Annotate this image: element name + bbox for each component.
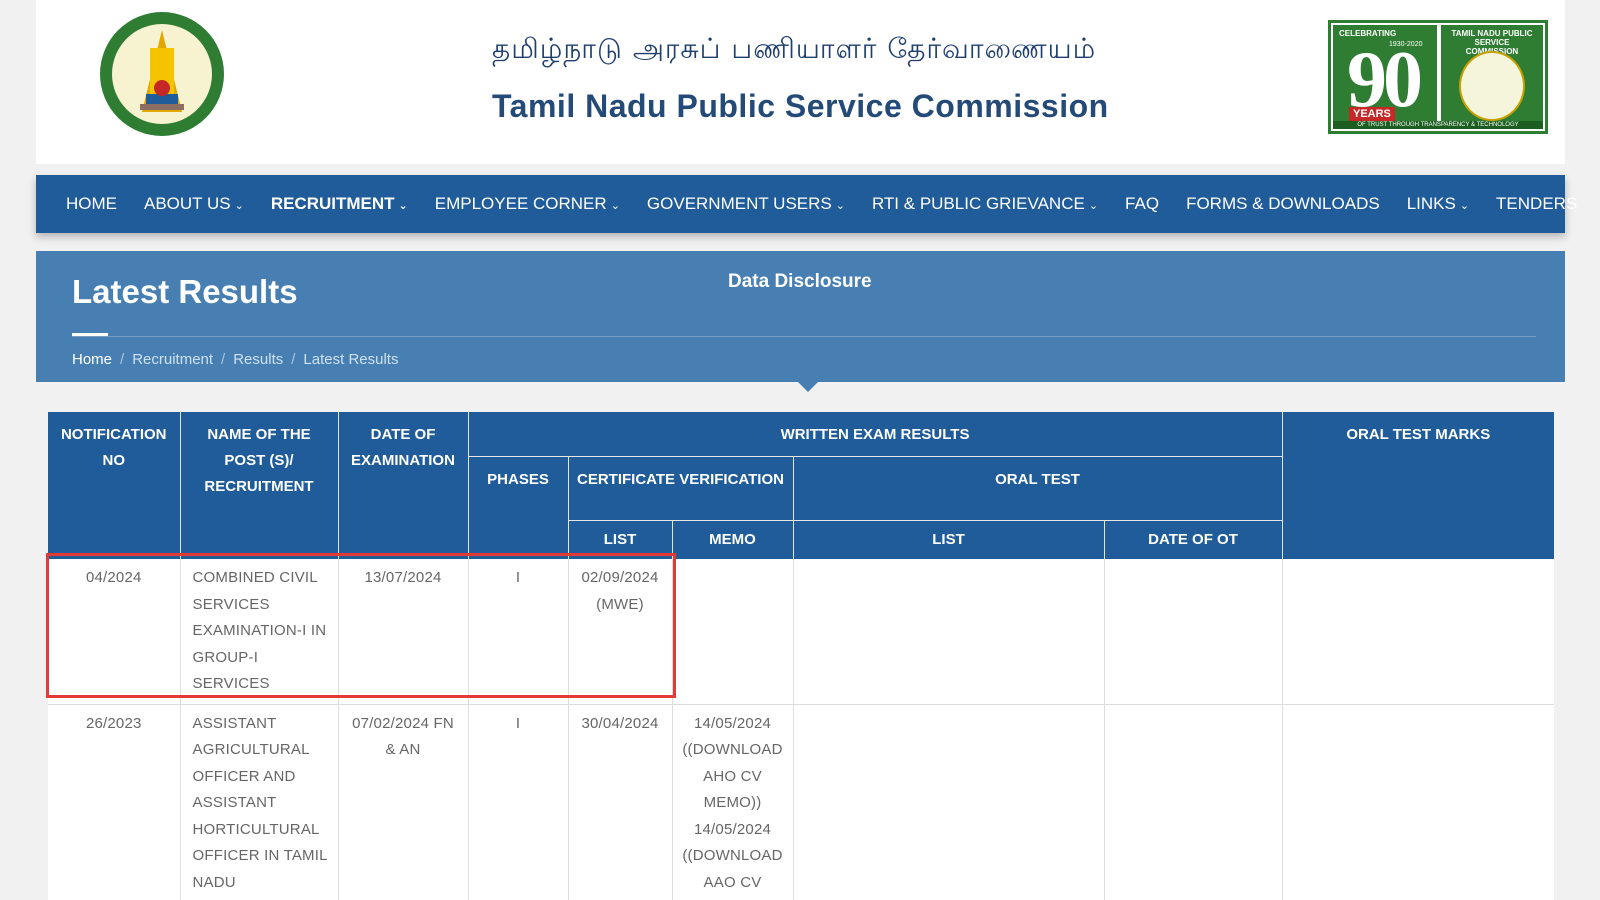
banner-pointer [798, 382, 818, 392]
main-navigation: HOME ABOUT US ⌄ RECRUITMENT ⌄ EMPLOYEE COR… [36, 175, 1577, 233]
nav-government-users[interactable]: GOVERNMENT USERS ⌄ [647, 194, 845, 214]
chevron-down-icon: ⌄ [1459, 200, 1470, 212]
header-cv-memo: MEMO [671, 520, 793, 559]
header-oral-test: ORAL TEST [792, 456, 1283, 521]
header-date-of-examination: DATE OF EXAMINATION [337, 412, 468, 559]
breadcrumb: Home / Recruitment / Results / Latest Re… [72, 351, 398, 368]
nav-employee-corner-label: EMPLOYEE CORNER [434, 194, 607, 213]
cell-notification-no: 26/2023 [48, 704, 180, 900]
nav-employee-corner[interactable]: EMPLOYEE CORNER ⌄ [435, 194, 620, 214]
cell-ot-marks [1281, 559, 1554, 705]
breadcrumb-results[interactable]: Results [233, 351, 283, 368]
cell-post-name: COMBINED CIVIL SERVICES EXAMINATION-I IN… [179, 559, 338, 705]
chevron-down-icon: ⌄ [398, 200, 408, 212]
header-post-name: NAME OF THE POST (S)/ RECRUITMENT [179, 412, 338, 559]
results-table-container: NOTIFICATION NO NAME OF THE POST (S)/ RE… [48, 412, 1554, 900]
header-written-exam-results: WRITTEN EXAM RESULTS [467, 412, 1283, 457]
badge-years-label: YEARS [1349, 107, 1395, 121]
page-title: Latest Results [72, 273, 298, 310]
nav-tenders-label: TENDERS [1496, 194, 1578, 213]
header-cv-list: LIST [567, 520, 672, 559]
site-title-tamil: தமிழ்நாடு அரசுப் பணியாளர் தேர்வாணையம் [492, 32, 1097, 65]
table-row: 26/2023 ASSISTANT AGRICULTURAL OFFICER A… [48, 704, 1554, 900]
banner-divider [72, 336, 1536, 337]
chevron-down-icon: ⌄ [234, 200, 244, 212]
cell-cv-memo[interactable]: 14/05/2024 ((DOWNLOAD AHO CV MEMO)) 14/0… [671, 704, 793, 900]
cell-exam-date: 07/02/2024 FN & AN [337, 704, 468, 900]
cell-ot-list [792, 559, 1104, 705]
results-table: NOTIFICATION NO NAME OF THE POST (S)/ RE… [48, 412, 1554, 900]
data-disclosure-link[interactable]: Data Disclosure [728, 271, 872, 293]
header-date-of-ot: DATE OF OT [1103, 520, 1283, 559]
nav-tenders[interactable]: TENDERS [1496, 194, 1577, 214]
nav-home[interactable]: HOME [66, 194, 117, 214]
chevron-down-icon: ⌄ [1088, 200, 1099, 212]
commission-seal-icon [1459, 51, 1525, 121]
cell-cv-list[interactable]: 30/04/2024 [567, 704, 672, 900]
breadcrumb-home[interactable]: Home [72, 351, 112, 368]
chevron-down-icon: ⌄ [610, 200, 620, 212]
cell-post-name: ASSISTANT AGRICULTURAL OFFICER AND ASSIS… [179, 704, 338, 900]
nav-home-label: HOME [66, 194, 117, 213]
header-ot-list: LIST [792, 520, 1104, 559]
90-years-badge-logo: CELEBRATING 90 YEARS 1930-2020 TAMIL NAD… [1328, 20, 1548, 134]
cell-notification-no: 04/2024 [48, 559, 180, 705]
cell-ot-marks [1281, 704, 1554, 900]
breadcrumb-current: Latest Results [303, 351, 399, 368]
cell-ot-list [792, 704, 1104, 900]
cell-ot-date [1103, 704, 1283, 900]
page-banner: Latest Results Data Disclosure Home / Re… [36, 251, 1565, 382]
cell-cv-memo [671, 559, 793, 705]
nav-faq[interactable]: FAQ [1125, 194, 1159, 214]
breadcrumb-separator: / [221, 351, 226, 368]
nav-forms-downloads[interactable]: FORMS & DOWNLOADS [1186, 194, 1380, 214]
header-certificate-verification: CERTIFICATE VERIFICATION [567, 456, 793, 521]
site-title-english: Tamil Nadu Public Service Commission [492, 88, 1109, 124]
nav-about-us[interactable]: ABOUT US ⌄ [144, 194, 244, 214]
header-notification-no: NOTIFICATION NO [48, 412, 180, 559]
nav-links-label: LINKS [1406, 194, 1456, 213]
badge-tagline: OF TRUST THROUGH TRANSPARENCY & TECHNOLO… [1333, 121, 1543, 129]
nav-forms-downloads-label: FORMS & DOWNLOADS [1186, 194, 1380, 213]
breadcrumb-separator: / [291, 351, 296, 368]
nav-about-us-label: ABOUT US [144, 194, 231, 213]
breadcrumb-recruitment[interactable]: Recruitment [132, 351, 213, 368]
breadcrumb-separator: / [120, 351, 125, 368]
cell-cv-list[interactable]: 02/09/2024 (MWE) [567, 559, 672, 705]
nav-recruitment[interactable]: RECRUITMENT ⌄ [271, 194, 408, 214]
cell-phases: I [467, 704, 568, 900]
nav-links[interactable]: LINKS ⌄ [1407, 194, 1469, 214]
cell-exam-date: 13/07/2024 [337, 559, 468, 705]
nav-recruitment-label: RECRUITMENT [270, 194, 395, 213]
nav-rti-public-grievance[interactable]: RTI & PUBLIC GRIEVANCE ⌄ [872, 194, 1098, 214]
nav-faq-label: FAQ [1125, 194, 1160, 213]
cell-ot-date [1103, 559, 1283, 705]
nav-rti-label: RTI & PUBLIC GRIEVANCE [871, 194, 1085, 213]
cell-phases: I [467, 559, 568, 705]
site-header: தமிழ்நாடு அரசுப் பணியாளர் தேர்வாணையம் Ta… [36, 0, 1565, 164]
tamil-nadu-emblem-logo[interactable] [98, 8, 226, 144]
header-phases: PHASES [467, 456, 568, 559]
chevron-down-icon: ⌄ [835, 200, 845, 212]
header-oral-test-marks: ORAL TEST MARKS [1281, 412, 1554, 559]
nav-government-users-label: GOVERNMENT USERS [646, 194, 832, 213]
table-row: 04/2024 COMBINED CIVIL SERVICES EXAMINAT… [48, 559, 1554, 705]
badge-year-range: 1930-2020 [1389, 41, 1423, 48]
